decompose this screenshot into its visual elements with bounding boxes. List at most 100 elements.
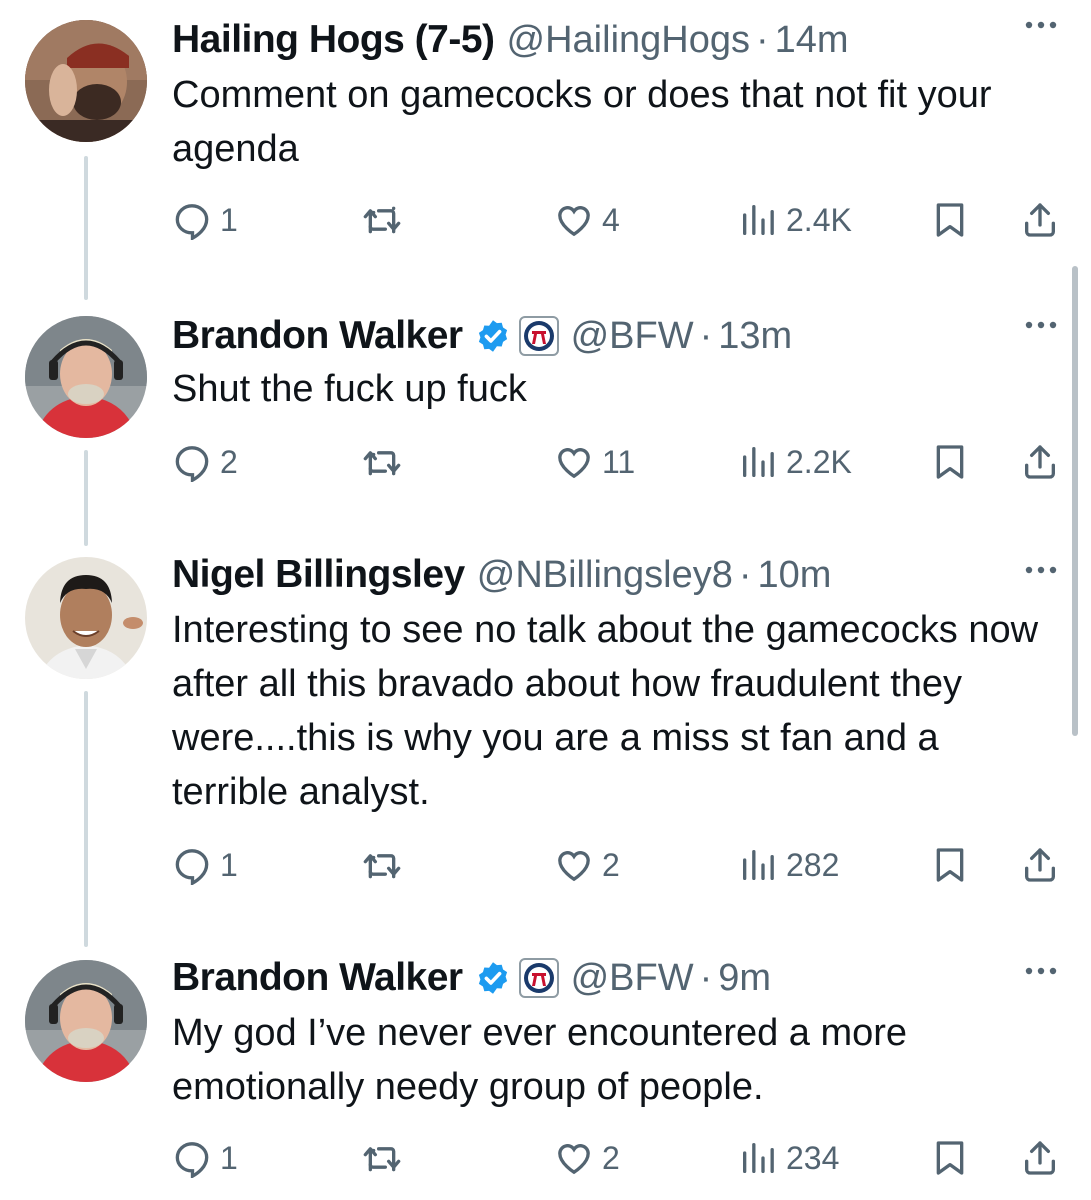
avatar[interactable] — [25, 316, 147, 438]
thread-line — [84, 691, 88, 947]
bookmark-button[interactable] — [930, 438, 970, 486]
timestamp[interactable]: 13m — [718, 315, 792, 358]
reply-button[interactable]: 1 — [172, 1134, 238, 1182]
retweet-button[interactable] — [362, 1134, 410, 1182]
action-bar: 1 2 234 — [172, 1134, 1062, 1182]
like-button[interactable]: 2 — [554, 1134, 620, 1182]
more-icon[interactable] — [1021, 555, 1061, 585]
tweet-header: Brandon Walker @BFW · 9m — [172, 952, 771, 1004]
retweet-icon — [363, 1147, 401, 1172]
reply-button[interactable]: 2 — [172, 438, 238, 486]
views-button[interactable]: 2.2K — [738, 438, 852, 486]
share-button[interactable] — [1020, 841, 1060, 889]
views-icon — [743, 205, 774, 235]
avatar[interactable] — [25, 960, 147, 1082]
timestamp[interactable]: 10m — [758, 554, 832, 597]
views-button[interactable]: 282 — [738, 841, 839, 889]
like-icon — [558, 851, 590, 882]
display-name[interactable]: Hailing Hogs (7-5) — [172, 18, 495, 62]
username[interactable]: @HailingHogs — [507, 19, 750, 62]
like-icon — [558, 206, 590, 237]
bookmark-icon — [936, 203, 964, 237]
like-count: 11 — [602, 443, 636, 480]
bookmark-icon — [936, 848, 964, 882]
scrollbar[interactable] — [1072, 266, 1078, 736]
share-icon — [1025, 203, 1055, 237]
like-count: 4 — [602, 201, 620, 238]
barstool-badge-icon[interactable] — [518, 316, 559, 356]
retweet-icon — [363, 451, 401, 476]
verified-icon[interactable] — [475, 318, 511, 354]
display-name[interactable]: Nigel Billingsley — [172, 553, 465, 597]
retweet-button[interactable] — [362, 438, 410, 486]
share-button[interactable] — [1020, 196, 1060, 244]
tweet-text: My god I’ve never ever encountered a mor… — [172, 1012, 908, 1108]
tweet-4[interactable]: Brandon Walker @BFW · 9m My god I’ve nev… — [0, 946, 1091, 1200]
views-count: 2.4K — [786, 201, 852, 238]
separator: · — [699, 956, 713, 999]
action-bar: 2 11 2.2K — [172, 438, 1062, 486]
more-icon[interactable] — [1021, 10, 1061, 40]
avatar[interactable] — [25, 557, 147, 679]
timestamp[interactable]: 14m — [775, 19, 849, 62]
separator: · — [699, 314, 713, 357]
reply-count: 2 — [220, 443, 238, 480]
tweet-header: Nigel Billingsley @NBillingsley8 · 10m — [172, 549, 831, 601]
share-icon — [1025, 848, 1055, 882]
reply-button[interactable]: 1 — [172, 196, 238, 244]
like-icon — [558, 448, 590, 479]
thread-line — [84, 156, 88, 300]
bookmark-button[interactable] — [930, 1134, 970, 1182]
action-bar: 1 2 282 — [172, 841, 1062, 889]
views-count: 2.2K — [786, 443, 852, 480]
like-button[interactable]: 2 — [554, 841, 620, 889]
views-count: 234 — [786, 1139, 840, 1176]
verified-icon[interactable] — [475, 960, 511, 996]
display-name[interactable]: Brandon Walker — [172, 314, 463, 358]
more-icon[interactable] — [1021, 310, 1061, 340]
share-icon — [1025, 1141, 1055, 1175]
reply-icon — [175, 1142, 209, 1178]
reply-count: 1 — [220, 1139, 238, 1176]
tweet-2[interactable]: Brandon Walker @BFW · 13m Shut the fuck … — [0, 300, 1091, 546]
reply-button[interactable]: 1 — [172, 841, 238, 889]
tweet-text: Shut the fuck up fuck — [172, 368, 527, 410]
reply-count: 1 — [220, 846, 238, 883]
avatar[interactable] — [25, 20, 147, 142]
views-button[interactable]: 234 — [738, 1134, 839, 1182]
bookmark-button[interactable] — [930, 841, 970, 889]
views-button[interactable]: 2.4K — [738, 196, 852, 244]
share-icon — [1025, 445, 1055, 479]
tweet-header: Hailing Hogs (7-5) @HailingHogs · 14m — [172, 14, 849, 66]
share-button[interactable] — [1020, 438, 1060, 486]
like-count: 2 — [602, 1139, 620, 1176]
action-bar: 1 4 2.4K — [172, 196, 1062, 244]
timestamp[interactable]: 9m — [718, 957, 771, 1000]
bookmark-icon — [936, 445, 964, 479]
share-button[interactable] — [1020, 1134, 1060, 1182]
bookmark-button[interactable] — [930, 196, 970, 244]
username[interactable]: @BFW — [571, 957, 694, 1000]
username[interactable]: @NBillingsley8 — [477, 554, 733, 597]
separator: · — [738, 553, 752, 596]
retweet-button[interactable] — [362, 196, 410, 244]
like-button[interactable]: 4 — [554, 196, 620, 244]
reply-icon — [175, 446, 209, 482]
tweet-text: Comment on gamecocks or does that not fi… — [172, 74, 992, 170]
retweet-button[interactable] — [362, 841, 410, 889]
like-count: 2 — [602, 846, 620, 883]
thread-line — [84, 450, 88, 546]
like-icon — [558, 1144, 590, 1175]
retweet-icon — [363, 206, 401, 234]
username[interactable]: @BFW — [571, 315, 694, 358]
more-icon[interactable] — [1021, 956, 1061, 986]
barstool-badge-icon[interactable] — [518, 958, 559, 998]
bookmark-icon — [936, 1141, 964, 1175]
display-name[interactable]: Brandon Walker — [172, 956, 463, 1000]
like-button[interactable]: 11 — [554, 438, 635, 486]
separator: · — [756, 18, 769, 61]
tweet-1[interactable]: Hailing Hogs (7-5) @HailingHogs · 14m Co… — [0, 0, 1091, 300]
tweet-text: Interesting to see no talk about the gam… — [172, 609, 1039, 813]
reply-count: 1 — [220, 201, 238, 238]
tweet-3[interactable]: Nigel Billingsley @NBillingsley8 · 10m I… — [0, 545, 1091, 947]
